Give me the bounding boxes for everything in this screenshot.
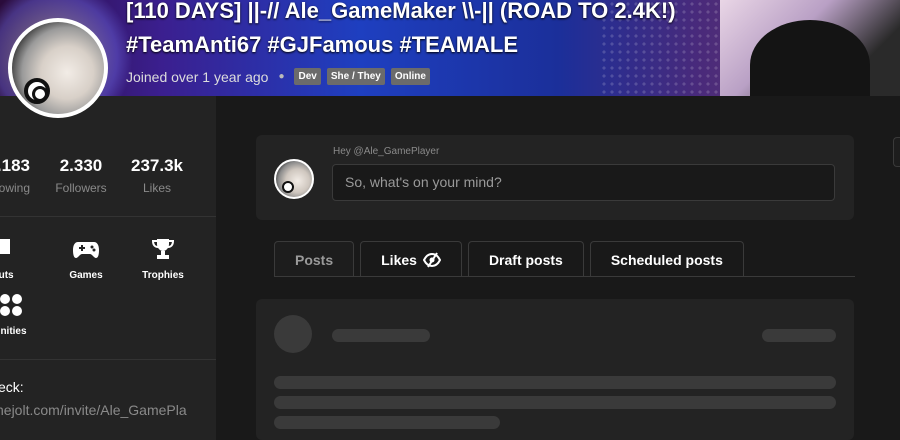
skeleton-line (274, 416, 500, 429)
composer-input[interactable]: So, what's on your mind? (332, 164, 835, 201)
nav-games[interactable]: Games (60, 236, 112, 281)
post-composer: Hey @Ale_GamePlayer So, what's on your m… (256, 135, 854, 220)
tag-online: Online (390, 68, 430, 85)
stat-likes-value: 237.3k (131, 156, 183, 175)
skeleton-line (274, 376, 836, 389)
profile-nav: houts Games Trophies munities (0, 236, 216, 346)
tab-likes-label: Likes (381, 251, 417, 268)
invite-link[interactable]: hejolt.com/invite/Ale_GamePla (0, 402, 187, 418)
tab-scheduled-posts[interactable]: Scheduled posts (589, 241, 744, 277)
meta-separator: ● (278, 71, 285, 82)
profile-title-line2: #TeamAnti67 #GJFamous #TEAMALE (126, 32, 519, 57)
tab-scheduled-label: Scheduled posts (610, 251, 723, 268)
stat-following-label: llowing (0, 181, 30, 195)
swirl-icon (282, 181, 294, 193)
profile-stats: .183 llowing 2.330 Followers 237.3k Like… (0, 156, 216, 195)
composer-greeting: Hey @Ale_GamePlayer (333, 146, 440, 157)
stat-followers[interactable]: 2.330 Followers (48, 156, 114, 195)
nav-games-label: Games (69, 270, 103, 281)
tab-posts-label: Posts (295, 251, 334, 268)
nav-communities[interactable]: munities (0, 292, 36, 337)
tag-pronouns: She / They (326, 68, 385, 85)
stat-likes[interactable]: 237.3k Likes (124, 156, 190, 195)
skeleton-line (274, 396, 836, 409)
post-tabs: Posts Likes Draft posts Scheduled posts (274, 241, 744, 277)
profile-sidebar: .183 llowing 2.330 Followers 237.3k Like… (0, 96, 216, 440)
stat-followers-value: 2.330 (59, 156, 103, 175)
nav-communities-label: munities (0, 326, 27, 337)
sidebar-divider (0, 359, 216, 360)
tabs-baseline (274, 276, 855, 277)
skeleton-avatar (274, 315, 312, 353)
stat-likes-label: Likes (142, 181, 171, 195)
sidebar-divider (0, 216, 216, 217)
nav-shouts-label: houts (0, 270, 14, 281)
feed-loading-card (256, 299, 854, 440)
nav-shouts[interactable]: houts (0, 236, 20, 281)
nav-trophies[interactable]: Trophies (136, 236, 190, 281)
swirl-icon (24, 78, 50, 104)
stat-following-value: .183 (0, 156, 30, 175)
profile-meta: Joined over 1 year ago ● Dev She / They … (126, 68, 430, 85)
tab-draft-label: Draft posts (488, 251, 563, 268)
gamepad-icon (73, 242, 99, 258)
recruit-label: eck: (0, 379, 24, 395)
composer-avatar (274, 159, 314, 199)
skeleton-line (762, 329, 836, 342)
stat-followers-label: Followers (55, 181, 107, 195)
tag-dev: Dev (294, 68, 321, 85)
tab-posts[interactable]: Posts (274, 241, 355, 277)
side-panel-toggle[interactable] (893, 137, 900, 167)
avatar-art (12, 22, 104, 114)
tab-draft-posts[interactable]: Draft posts (467, 241, 584, 277)
nav-trophies-label: Trophies (142, 270, 184, 281)
profile-title-line1: [110 DAYS] ||-// Ale_GameMaker \\-|| (RO… (126, 0, 676, 23)
composer-avatar-art (276, 161, 312, 197)
eye-slash-icon (422, 251, 441, 268)
communities-icon (0, 294, 22, 316)
stat-following[interactable]: .183 llowing (0, 156, 30, 195)
shouts-icon (0, 239, 10, 254)
trophy-icon (151, 239, 175, 259)
skeleton-line (332, 329, 430, 342)
profile-title: [110 DAYS] ||-// Ale_GameMaker \\-|| (RO… (126, 0, 676, 62)
joined-text: Joined over 1 year ago (126, 68, 269, 85)
tab-likes[interactable]: Likes (360, 241, 462, 277)
profile-avatar[interactable] (8, 18, 108, 118)
